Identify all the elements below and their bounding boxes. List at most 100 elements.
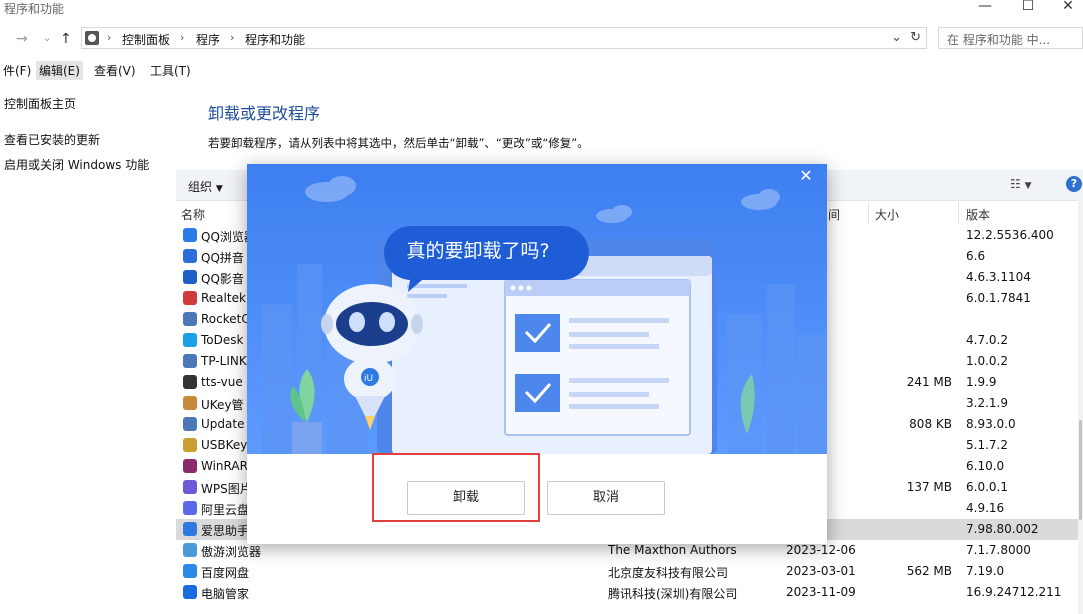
program-version: 6.0.0.1 [966, 480, 1008, 494]
app-icon [183, 312, 197, 326]
help-icon[interactable]: ? [1066, 176, 1082, 192]
program-name: 阿里云盘 [201, 503, 250, 517]
app-icon [183, 459, 197, 473]
uninstall-button[interactable]: 卸载 [407, 481, 525, 515]
program-name: UKey管 [201, 398, 244, 412]
search-input[interactable]: 在 程序和功能 中... [938, 27, 1083, 49]
svg-text:iU: iU [364, 374, 373, 384]
page-title: 卸载或更改程序 [208, 104, 321, 123]
app-icon [183, 354, 197, 368]
program-version: 3.2.1.9 [966, 396, 1008, 410]
program-version: 4.6.3.1104 [966, 270, 1031, 284]
program-publisher: The Maxthon Authors [608, 543, 737, 557]
program-size: 808 KB [909, 417, 952, 431]
program-version: 6.10.0 [966, 459, 1005, 473]
menu-file[interactable]: 件(F) [0, 61, 34, 80]
app-icon [183, 333, 197, 347]
program-install-date: 2023-03-01 [786, 564, 856, 578]
view-installed-updates-link[interactable]: 查看已安装的更新 [4, 131, 100, 148]
program-size: 562 MB [906, 564, 952, 578]
column-header-version[interactable]: 版本 [966, 206, 990, 223]
program-name: 百度网盘 [201, 566, 250, 580]
menu-tools[interactable]: 工具(T) [147, 61, 194, 80]
column-header-size[interactable]: 大小 [875, 206, 899, 223]
column-header-name[interactable]: 名称 [181, 206, 205, 223]
program-name: TP-LINK [201, 354, 247, 368]
address-dropdown-icon[interactable]: ⌄ [891, 30, 902, 45]
menu-edit[interactable]: 编辑(E) [36, 61, 83, 80]
dialog-question: 真的要卸载了吗? [406, 240, 550, 262]
breadcrumb-programs[interactable]: 程序 [196, 31, 220, 48]
program-version: 5.1.7.2 [966, 438, 1008, 452]
minimize-button[interactable]: — [970, 0, 1000, 14]
program-version: 16.9.24712.211 [966, 585, 1062, 599]
control-panel-home-link[interactable]: 控制面板主页 [4, 95, 76, 112]
breadcrumb-separator-icon: › [107, 31, 112, 44]
up-arrow-icon[interactable]: ↑ [60, 31, 72, 47]
chevron-down-icon: ▼ [215, 184, 223, 194]
app-icon [183, 249, 197, 263]
title-bar: 程序和功能 — ☐ ✕ [0, 0, 1083, 22]
program-publisher: 腾讯科技(深圳)有限公司 [608, 587, 738, 601]
cancel-button[interactable]: 取消 [547, 481, 665, 515]
uninstall-dialog: iU 真的要卸载了吗? ✕ 卸载 取消 [247, 164, 827, 544]
breadcrumb-programs-features[interactable]: 程序和功能 [245, 31, 305, 48]
program-name: tts-vue [201, 375, 243, 389]
control-panel-icon [85, 31, 99, 45]
close-window-button[interactable]: ✕ [1053, 0, 1083, 14]
app-icon [183, 501, 197, 515]
forward-arrow-icon[interactable]: → [16, 31, 28, 47]
windows-features-link[interactable]: 启用或关闭 Windows 功能 [4, 156, 149, 173]
menu-view[interactable]: 查看(V) [91, 61, 139, 80]
breadcrumb-separator-icon: › [180, 31, 185, 44]
breadcrumb-separator-icon: › [230, 31, 235, 44]
view-options-icon[interactable]: ☷ ▼ [1010, 177, 1032, 191]
table-row[interactable]: 百度网盘 北京度友科技有限公司 2023-03-01 562 MB 7.19.0 [176, 561, 1083, 582]
dialog-close-icon[interactable]: ✕ [795, 166, 817, 186]
app-icon [183, 417, 197, 431]
app-icon [183, 585, 197, 599]
scrollbar-thumb[interactable] [1079, 420, 1082, 520]
app-icon [183, 396, 197, 410]
program-version: 4.7.0.2 [966, 333, 1008, 347]
program-name: WPS图片 [201, 482, 252, 496]
program-name: 爱思助手 [201, 524, 250, 538]
program-name: WinRAR [201, 459, 248, 473]
program-install-date: 2023-11-09 [786, 585, 856, 599]
program-version: 6.0.1.7841 [966, 291, 1031, 305]
app-icon [183, 375, 197, 389]
recent-dropdown-icon[interactable]: ⌄ [43, 33, 51, 44]
app-icon [183, 291, 197, 305]
program-name: QQ影音 [201, 272, 244, 286]
table-row[interactable]: 电脑管家 腾讯科技(深圳)有限公司 2023-11-09 16.9.24712.211 [176, 582, 1083, 603]
organize-button[interactable]: 组织 ▼ [188, 178, 223, 195]
app-icon [183, 543, 197, 557]
program-version: 7.1.7.8000 [966, 543, 1031, 557]
program-version: 7.19.0 [966, 564, 1005, 578]
program-version: 12.2.5536.400 [966, 228, 1054, 242]
address-bar[interactable]: › 控制面板 › 程序 › 程序和功能 ⌄ ↻ [81, 27, 927, 49]
program-name: Realtek [201, 291, 246, 305]
program-name: USBKey [201, 438, 248, 452]
dialog-illustration: iU [247, 164, 827, 454]
app-icon [183, 270, 197, 284]
column-header-date[interactable]: 间 [828, 206, 840, 223]
app-icon [183, 480, 197, 494]
program-version: 4.9.16 [966, 501, 1005, 515]
program-name: 傲游浏览器 [201, 545, 262, 559]
refresh-icon[interactable]: ↻ [910, 30, 921, 45]
vertical-scrollbar[interactable] [1078, 200, 1083, 614]
program-size: 137 MB [906, 480, 952, 494]
program-name: 电脑管家 [201, 587, 250, 601]
program-version: 6.6 [966, 249, 986, 263]
program-name: QQ拼音 [201, 251, 244, 265]
program-name: RocketC [201, 312, 250, 326]
program-name: ToDesk [201, 333, 244, 347]
program-version: 1.9.9 [966, 375, 997, 389]
maximize-button[interactable]: ☐ [1013, 0, 1043, 14]
app-icon [183, 228, 197, 242]
app-icon [183, 438, 197, 452]
program-publisher: 北京度友科技有限公司 [608, 566, 729, 580]
program-version: 8.93.0.0 [966, 417, 1016, 431]
breadcrumb-control-panel[interactable]: 控制面板 [122, 31, 170, 48]
